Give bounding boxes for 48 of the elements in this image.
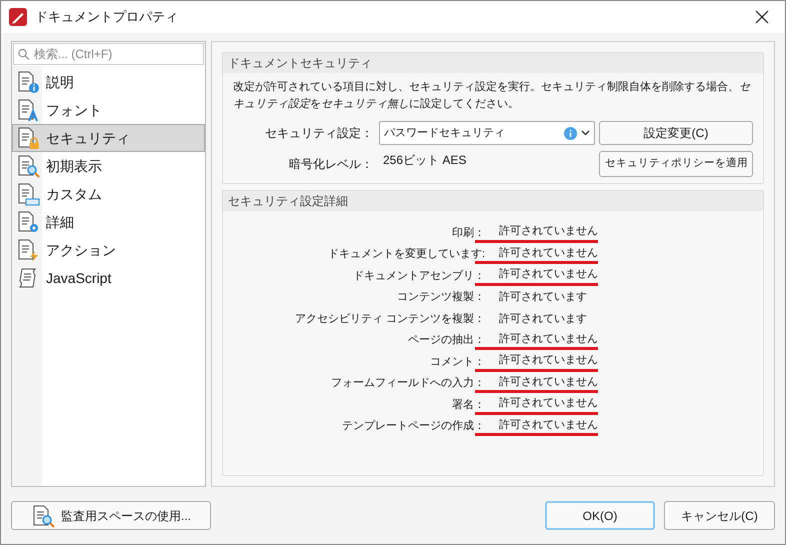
sidebar-item[interactable]: セキュリティ [12, 124, 205, 152]
sidebar-item[interactable]: フォント [12, 96, 205, 124]
group-title: ドキュメントセキュリティ [223, 53, 763, 73]
document-icon [16, 126, 40, 150]
sidebar-item[interactable]: 説明 [12, 68, 205, 96]
window-title: ドキュメントプロパティ [35, 8, 179, 26]
close-icon[interactable] [755, 10, 769, 24]
sidebar-item[interactable]: カスタム [12, 180, 205, 208]
info-icon [564, 126, 577, 140]
permission-label: ページの抽出： [407, 333, 485, 348]
document-search-icon [30, 504, 55, 528]
sidebar-item[interactable]: 詳細 [12, 208, 205, 236]
field-label: 暗号化レベル： [288, 156, 374, 173]
security-dropdown[interactable]: パスワードセキュリティ [379, 121, 595, 145]
permission-label: コメント： [429, 354, 485, 370]
description-text: 改定が許可されている項目に対し、セキュリティ設定を実行。セキュリティ制限自体を削除する場合、セキュリティ設定を セキュリティ無し に設定してください。 [233, 80, 752, 112]
ok-button[interactable]: OK(O) [545, 501, 655, 530]
search-icon [18, 48, 30, 60]
document-icon [16, 182, 40, 206]
change-settings-button[interactable]: 設定変更(C) [599, 121, 753, 145]
permission-label: ドキュメントを変更しています: [326, 246, 485, 262]
encryption-level: 256ビット AES [382, 152, 468, 169]
permission-label: コンテンツ複製： [396, 290, 485, 305]
permission-label: フォームフィールドへの入力： [330, 376, 485, 391]
document-icon [16, 210, 40, 234]
cancel-button[interactable]: キャンセル(C) [664, 501, 775, 530]
permission-value: 許可されています [498, 312, 587, 326]
permission-label: 署名： [451, 398, 485, 412]
search-input[interactable]: 検索... (Ctrl+F) [34, 45, 199, 63]
permission-label: ドキュメントアセンブリ： [352, 268, 485, 284]
permission-label: アクセシビリティ コンテンツを複製： [294, 312, 485, 326]
field-label: セキュリティ設定： [264, 125, 374, 142]
search-field[interactable]: 検索... (Ctrl+F) [13, 43, 204, 65]
permission-value: 許可されています [498, 290, 587, 305]
sidebar-item[interactable]: アクション [12, 236, 205, 264]
sidebar-item[interactable]: 初期表示 [12, 152, 205, 180]
document-icon [16, 154, 40, 178]
permission-label: 印刷： [451, 226, 485, 240]
permission-label: テンプレートページの作成： [341, 418, 485, 434]
sidebar-item[interactable]: JavaScript [12, 264, 205, 292]
policy-dropdown[interactable]: セキュリティポリシーを適用 [599, 151, 753, 177]
caret-icon [581, 130, 590, 136]
document-icon [16, 70, 40, 94]
document-icon [16, 98, 40, 122]
audit-space-button[interactable]: 監査用スペースの使用... [11, 501, 211, 530]
document-icon [16, 238, 40, 262]
group-title: セキュリティ設定詳細 [223, 191, 763, 211]
app-logo-icon [9, 8, 27, 26]
